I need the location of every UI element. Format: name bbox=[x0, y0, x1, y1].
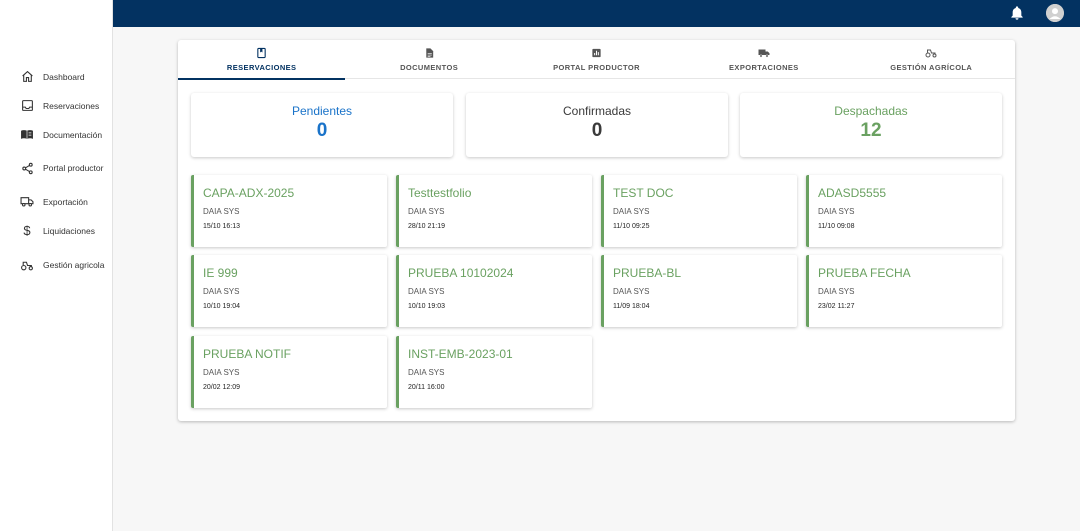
reservation-date: 10/10 19:03 bbox=[408, 303, 445, 310]
sidebar: Dashboard Reservaciones Documentación Po… bbox=[0, 0, 113, 531]
bell-icon[interactable] bbox=[1009, 5, 1025, 21]
stat-value: 0 bbox=[591, 120, 603, 141]
reservation-user: DAIA SYS bbox=[613, 287, 650, 296]
sidebar-item-label: Gestión agricola bbox=[43, 260, 105, 270]
sidebar-item-label: Dashboard bbox=[43, 71, 85, 82]
stat-card-despachadas[interactable]: Despachadas 12 bbox=[740, 93, 1002, 157]
stat-label: Confirmadas bbox=[562, 104, 632, 118]
tab-label: RESERVACIONES bbox=[226, 63, 297, 72]
sidebar-item-dashboard[interactable]: Dashboard bbox=[0, 62, 112, 91]
reservation-date: 11/10 09:25 bbox=[613, 223, 650, 230]
reservation-card[interactable]: PRUEBA FECHA DAIA SYS 23/02 11:27 bbox=[806, 255, 1002, 327]
truck-icon bbox=[20, 195, 34, 209]
reservation-date: 10/10 19:04 bbox=[203, 303, 240, 310]
sidebar-item-documentacion[interactable]: Documentación bbox=[0, 120, 112, 149]
stat-label: Pendientes bbox=[291, 104, 353, 118]
reservation-title: TEST DOC bbox=[613, 186, 674, 200]
reservation-card[interactable]: ADASD5555 DAIA SYS 11/10 09:08 bbox=[806, 175, 1002, 247]
sidebar-item-gestion-agricola[interactable]: Gestión agricola bbox=[0, 245, 112, 285]
sidebar-item-exportacion[interactable]: Exportación bbox=[0, 187, 112, 216]
reservation-user: DAIA SYS bbox=[408, 207, 445, 216]
reservation-date: 11/09 18:04 bbox=[613, 303, 650, 310]
reservation-title: IE 999 bbox=[203, 266, 238, 280]
sidebar-item-label: Portal productor bbox=[43, 163, 104, 173]
tractor-icon bbox=[925, 47, 937, 59]
top-bar bbox=[113, 0, 1080, 27]
reservation-date: 28/10 21:19 bbox=[408, 223, 445, 230]
tab-bar: RESERVACIONES DOCUMENTOS PORTAL PRODUCTO… bbox=[178, 40, 1015, 80]
sidebar-item-label: Reservaciones bbox=[43, 100, 100, 111]
reservation-user: DAIA SYS bbox=[818, 287, 855, 296]
sidebar-item-label: Documentación bbox=[43, 129, 103, 140]
sidebar-item-label: Exportación bbox=[43, 196, 88, 207]
chart-icon bbox=[590, 47, 602, 59]
tab-portal-productor[interactable]: PORTAL PRODUCTOR bbox=[513, 40, 680, 79]
reservation-card[interactable]: TEST DOC DAIA SYS 11/10 09:25 bbox=[601, 175, 797, 247]
stat-card-pendientes[interactable]: Pendientes 0 bbox=[191, 93, 453, 157]
stat-value: 0 bbox=[316, 120, 328, 141]
reservation-user: DAIA SYS bbox=[818, 207, 855, 216]
tab-label: PORTAL PRODUCTOR bbox=[553, 63, 640, 72]
reservation-user: DAIA SYS bbox=[408, 287, 445, 296]
reservation-card[interactable]: PRUEBA NOTIF DAIA SYS 20/02 12:09 bbox=[191, 336, 387, 408]
reservation-card[interactable]: INST-EMB-2023-01 DAIA SYS 20/11 16:00 bbox=[396, 336, 592, 408]
user-avatar-icon[interactable] bbox=[1046, 4, 1064, 22]
reservation-title: PRUEBA-BL bbox=[613, 266, 682, 280]
reservation-date: 15/10 16:13 bbox=[203, 223, 240, 230]
reservation-title: CAPA-ADX-2025 bbox=[203, 186, 295, 200]
reservation-date: 20/11 16:00 bbox=[408, 384, 445, 391]
reservation-title: PRUEBA NOTIF bbox=[203, 347, 292, 361]
tab-gestion-agricola[interactable]: GESTIÓN AGRÍCOLA bbox=[848, 40, 1015, 79]
reservation-user: DAIA SYS bbox=[203, 368, 240, 377]
reservation-card[interactable]: PRUEBA 10102024 DAIA SYS 10/10 19:03 bbox=[396, 255, 592, 327]
reservation-card[interactable]: IE 999 DAIA SYS 10/10 19:04 bbox=[191, 255, 387, 327]
status-summary: Pendientes 0 Confirmadas 0 Despachadas 1… bbox=[191, 93, 1002, 157]
sidebar-item-liquidaciones[interactable]: $ Liquidaciones bbox=[0, 216, 112, 245]
book-icon bbox=[20, 128, 34, 142]
reservation-title: PRUEBA 10102024 bbox=[408, 266, 514, 280]
inbox-icon bbox=[20, 99, 34, 113]
truck-icon bbox=[758, 47, 770, 59]
tab-exportaciones[interactable]: EXPORTACIONES bbox=[680, 40, 847, 79]
reservation-user: DAIA SYS bbox=[203, 207, 240, 216]
book-icon bbox=[256, 47, 268, 59]
reservation-date: 11/10 09:08 bbox=[818, 223, 855, 230]
share-icon bbox=[20, 161, 34, 175]
sidebar-item-label: Liquidaciones bbox=[43, 225, 95, 236]
sidebar-nav: Dashboard Reservaciones Documentación Po… bbox=[0, 62, 112, 285]
home-icon bbox=[20, 70, 34, 84]
tab-reservaciones[interactable]: RESERVACIONES bbox=[178, 40, 346, 80]
reservation-user: DAIA SYS bbox=[613, 207, 650, 216]
sidebar-item-reservaciones[interactable]: Reservaciones bbox=[0, 91, 112, 120]
tab-label: DOCUMENTOS bbox=[400, 63, 459, 72]
reservation-date: 23/02 11:27 bbox=[818, 303, 855, 310]
reservation-user: DAIA SYS bbox=[203, 287, 240, 296]
document-icon bbox=[423, 47, 435, 59]
reservation-date: 20/02 12:09 bbox=[203, 384, 240, 391]
stat-value: 12 bbox=[860, 120, 882, 141]
reservation-title: Testtestfolio bbox=[408, 186, 472, 200]
app-root: Dashboard Reservaciones Documentación Po… bbox=[0, 0, 1080, 531]
reservation-card[interactable]: PRUEBA-BL DAIA SYS 11/09 18:04 bbox=[601, 255, 797, 327]
reservation-title: ADASD5555 bbox=[818, 186, 887, 200]
reservation-card[interactable]: Testtestfolio DAIA SYS 28/10 21:19 bbox=[396, 175, 592, 247]
tab-documentos[interactable]: DOCUMENTOS bbox=[345, 40, 512, 79]
dollar-icon: $ bbox=[23, 223, 31, 238]
reservation-title: PRUEBA FECHA bbox=[818, 266, 911, 280]
tab-label: GESTIÓN AGRÍCOLA bbox=[890, 63, 973, 72]
reservation-title: INST-EMB-2023-01 bbox=[408, 347, 513, 361]
tractor-icon bbox=[20, 258, 34, 272]
main-content: RESERVACIONES DOCUMENTOS PORTAL PRODUCTO… bbox=[113, 27, 1080, 531]
stat-card-confirmadas[interactable]: Confirmadas 0 bbox=[466, 93, 728, 157]
reservation-card[interactable]: CAPA-ADX-2025 DAIA SYS 15/10 16:13 bbox=[191, 175, 387, 247]
sidebar-item-portal-productor[interactable]: Portal productor bbox=[0, 149, 112, 187]
reservation-user: DAIA SYS bbox=[408, 368, 445, 377]
tab-label: EXPORTACIONES bbox=[729, 63, 799, 72]
reservations-panel: RESERVACIONES DOCUMENTOS PORTAL PRODUCTO… bbox=[178, 40, 1015, 421]
stat-label: Despachadas bbox=[834, 104, 908, 118]
